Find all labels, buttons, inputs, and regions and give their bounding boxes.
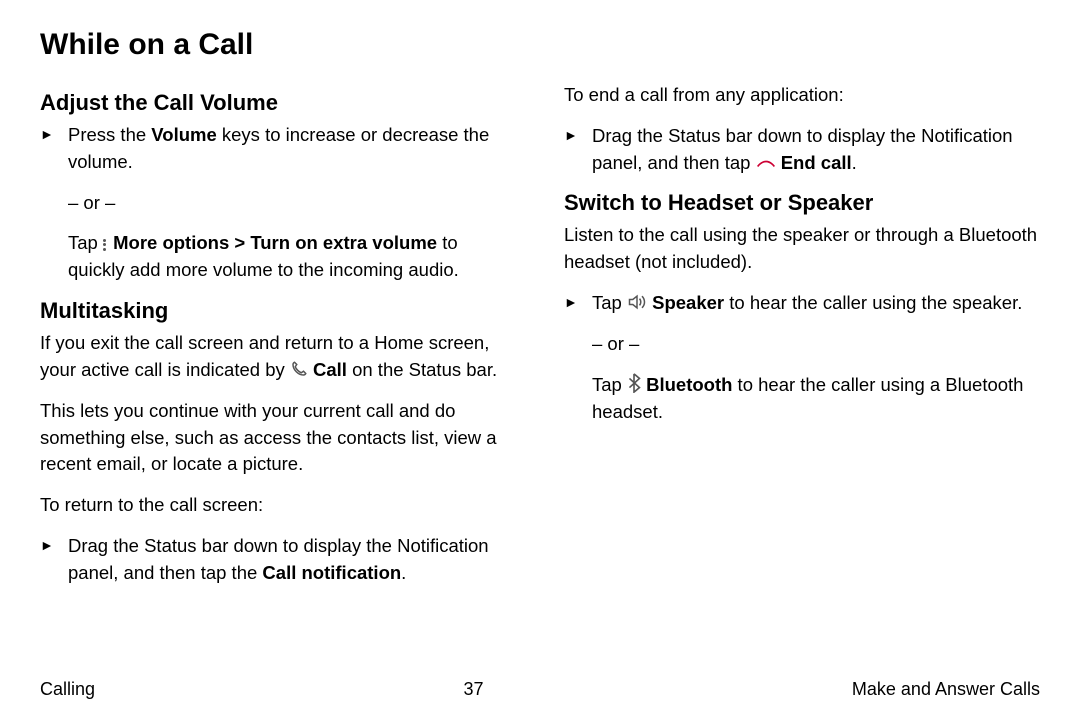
left-column: Adjust the Call Volume Press the Volume … bbox=[40, 82, 516, 601]
bold-speaker: Speaker bbox=[652, 292, 724, 313]
more-options-icon bbox=[103, 237, 106, 252]
bold-call-notification: Call notification bbox=[262, 562, 401, 583]
switch-intro: Listen to the call using the speaker or … bbox=[564, 222, 1040, 276]
heading-adjust-volume: Adjust the Call Volume bbox=[40, 90, 516, 116]
footer-page-number: 37 bbox=[463, 679, 483, 700]
page-title: While on a Call bbox=[40, 28, 1040, 62]
heading-multitasking: Multitasking bbox=[40, 298, 516, 324]
bluetooth-icon bbox=[627, 373, 641, 393]
tap-more-options: Tap More options > Turn on extra volume … bbox=[40, 230, 516, 284]
bullet-return: Drag the Status bar down to display the … bbox=[40, 533, 516, 587]
bold-volume: Volume bbox=[151, 124, 216, 145]
text: to hear the caller using the speaker. bbox=[724, 292, 1022, 313]
footer-left: Calling bbox=[40, 679, 95, 700]
bold-call: Call bbox=[313, 359, 347, 380]
tap-bluetooth: Tap Bluetooth to hear the caller using a… bbox=[564, 372, 1040, 426]
bullet-end-call: Drag the Status bar down to display the … bbox=[564, 123, 1040, 177]
bold-bluetooth: Bluetooth bbox=[646, 374, 732, 395]
or-separator: – or – bbox=[40, 190, 516, 217]
speaker-icon bbox=[627, 293, 647, 311]
right-column: To end a call from any application: Drag… bbox=[564, 82, 1040, 601]
multitask-p2: This lets you continue with your current… bbox=[40, 398, 516, 478]
text: Tap bbox=[592, 292, 627, 313]
text: Press the bbox=[68, 124, 151, 145]
or-separator-2: – or – bbox=[564, 331, 1040, 358]
bold-end-call: End call bbox=[781, 152, 852, 173]
end-label: To end a call from any application: bbox=[564, 82, 1040, 109]
bold-more-options: More options > Turn on extra volume bbox=[113, 232, 437, 253]
end-call-icon bbox=[756, 157, 776, 171]
text: . bbox=[401, 562, 406, 583]
footer-right: Make and Answer Calls bbox=[852, 679, 1040, 700]
text: Tap bbox=[592, 374, 627, 395]
text: . bbox=[852, 152, 857, 173]
page-footer: Calling 37 Make and Answer Calls bbox=[40, 679, 1040, 700]
bullet-volume-keys: Press the Volume keys to increase or dec… bbox=[40, 122, 516, 176]
text: Tap bbox=[68, 232, 103, 253]
return-label: To return to the call screen: bbox=[40, 492, 516, 519]
multitask-p1: If you exit the call screen and return t… bbox=[40, 330, 516, 384]
text: on the Status bar. bbox=[347, 359, 497, 380]
phone-icon bbox=[290, 360, 308, 378]
content-columns: Adjust the Call Volume Press the Volume … bbox=[40, 82, 1040, 601]
heading-switch: Switch to Headset or Speaker bbox=[564, 190, 1040, 216]
bullet-speaker: Tap Speaker to hear the caller using the… bbox=[564, 290, 1040, 317]
